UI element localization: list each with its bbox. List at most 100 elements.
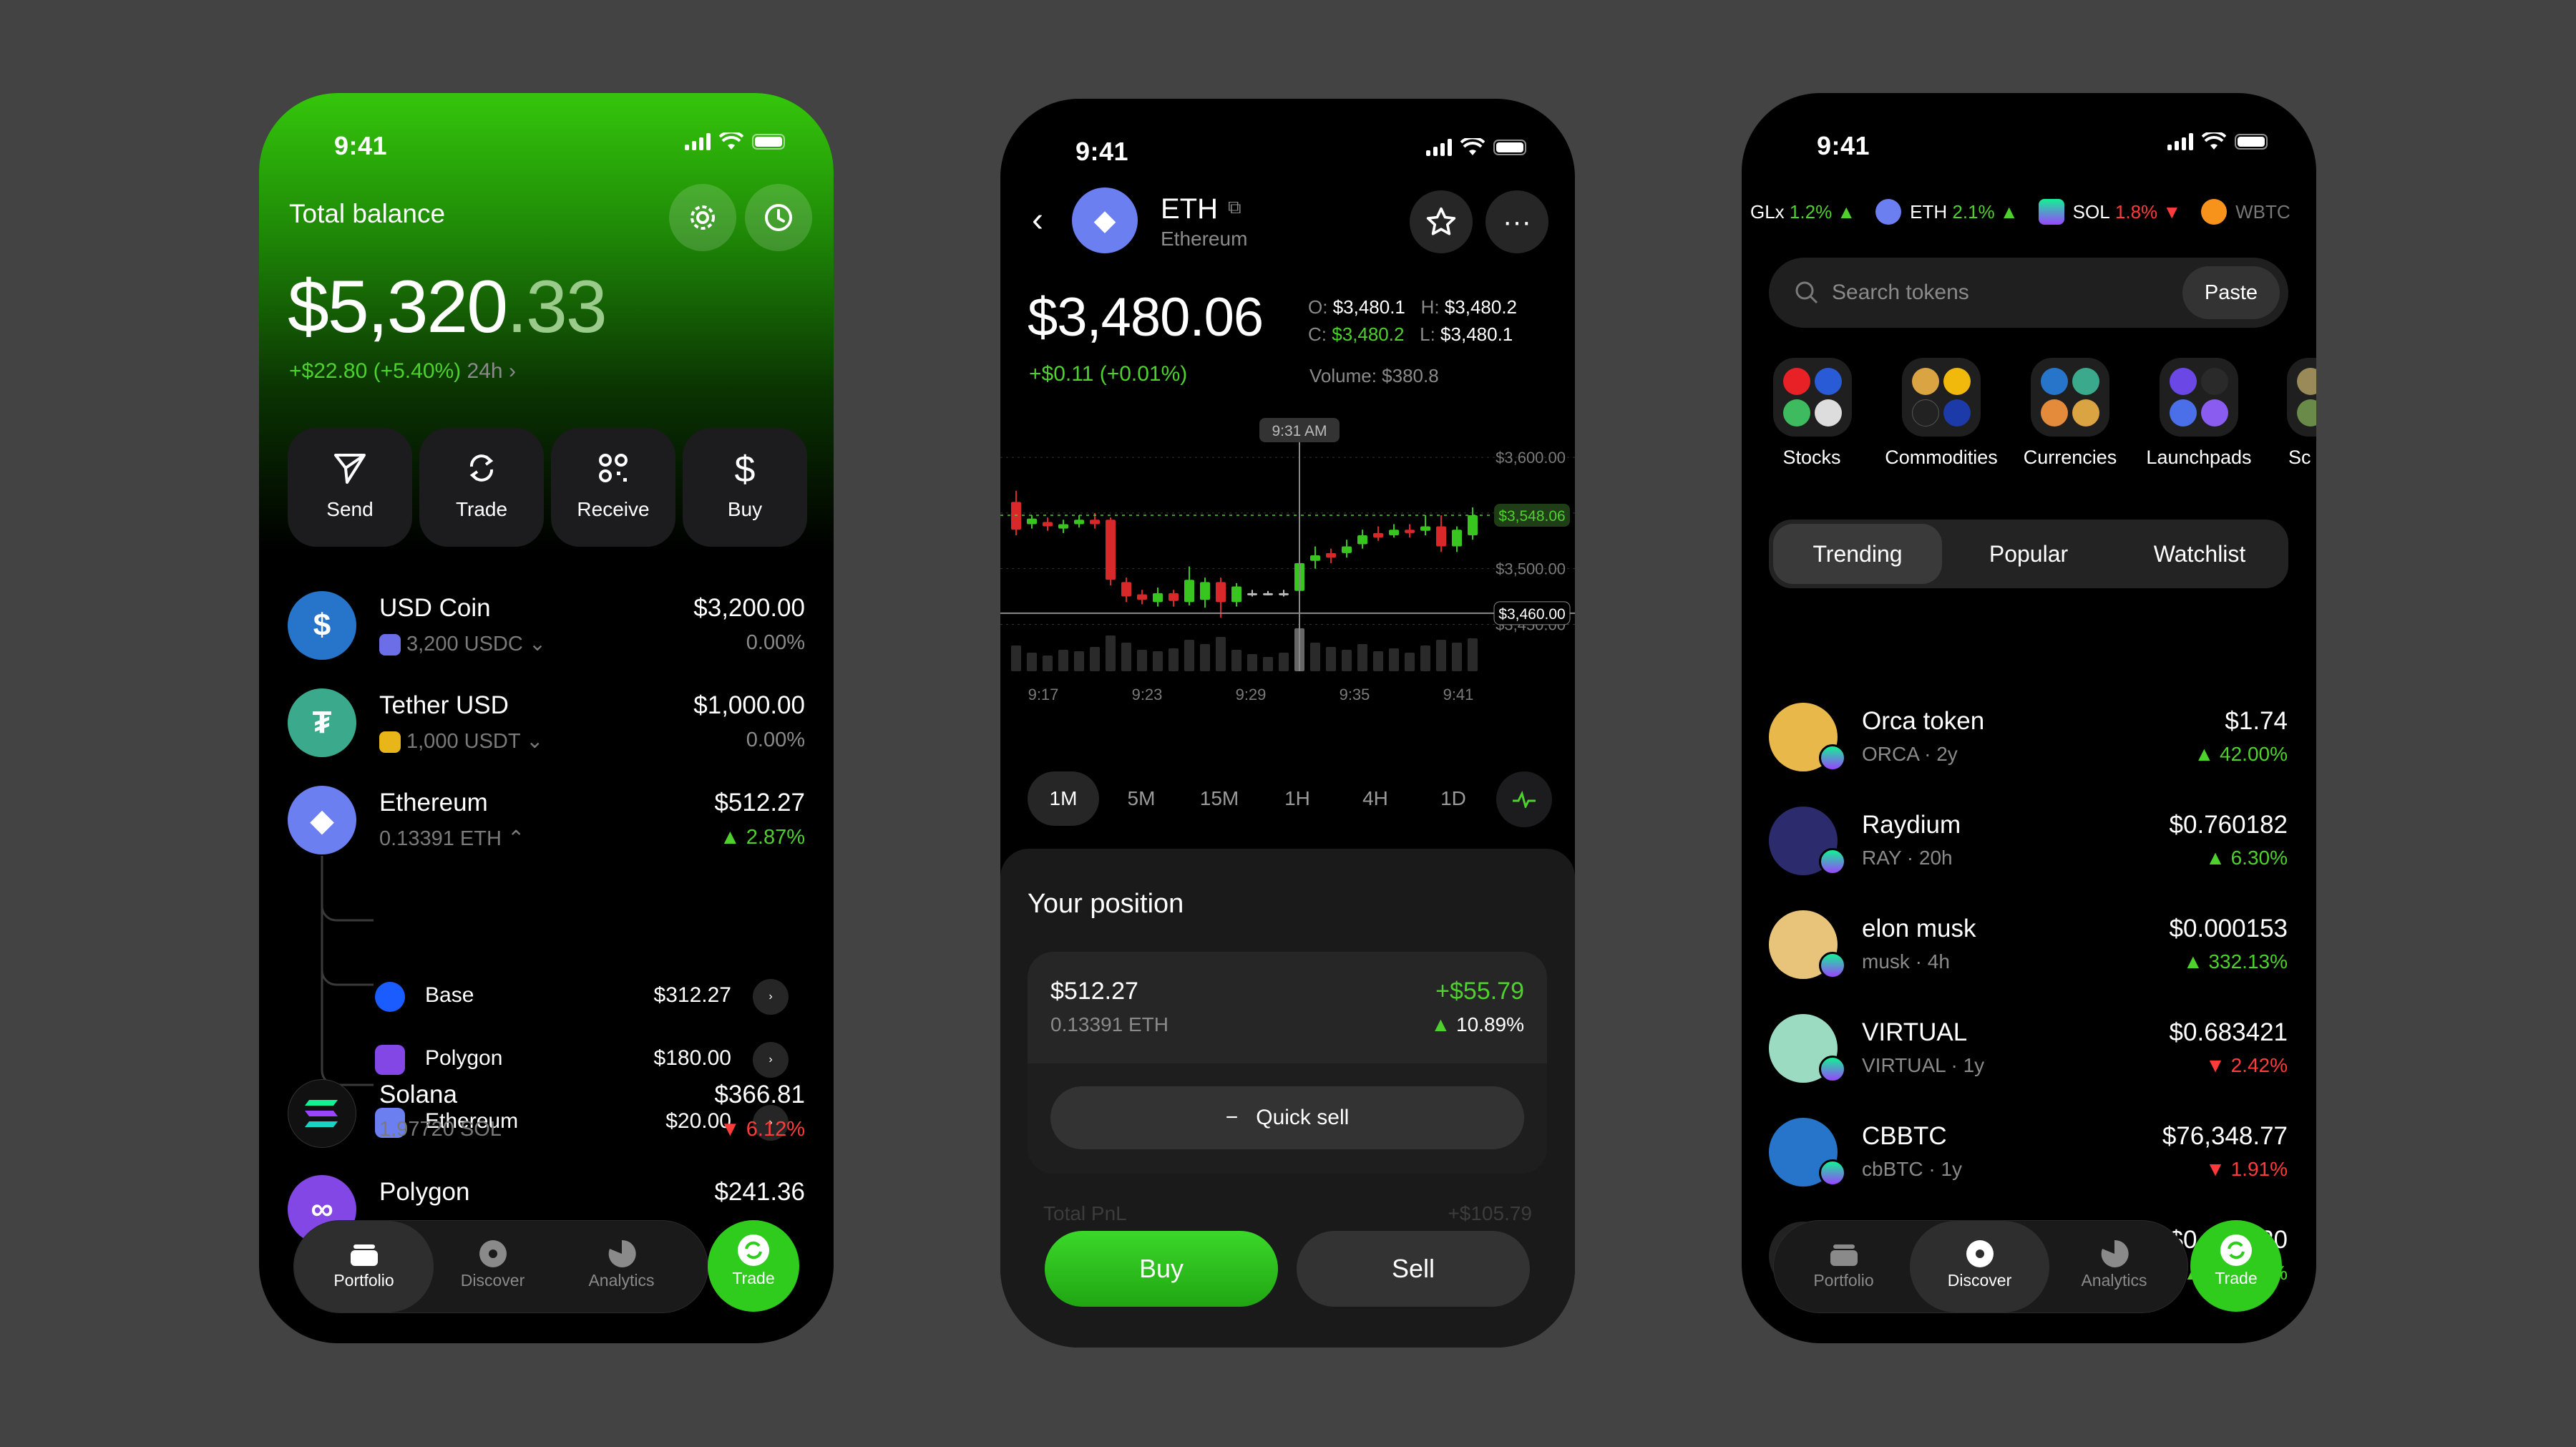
balance-change[interactable]: +$22.80 (+5.40%) 24h › — [289, 359, 516, 384]
ticker-symbol: ETH — [1910, 200, 1948, 223]
search-input[interactable]: Search tokens — [1832, 281, 1969, 305]
asset-change-text: 2.87% — [746, 826, 805, 849]
nav-analytics[interactable]: Analytics — [2044, 1221, 2184, 1312]
nav-discover[interactable]: Discover — [1910, 1221, 2049, 1312]
buy-button[interactable]: Buy — [1045, 1231, 1278, 1307]
asset-amount: 0.13391 ETH ⌃ — [379, 827, 525, 850]
y-tick-label: $3,500.00 — [1496, 560, 1566, 578]
candle-body — [1231, 586, 1241, 603]
ethereum-icon: ◆ — [288, 786, 356, 854]
volume-label: Volume: $380.8 — [1309, 365, 1439, 386]
usdc-icon: $ — [288, 591, 356, 660]
buy-button[interactable]: $ Buy — [683, 428, 807, 547]
candle-body — [1279, 593, 1289, 595]
asset-change: 0.00% — [746, 631, 805, 654]
asset-value: $241.36 — [714, 1178, 805, 1206]
timeframe-4h[interactable]: 4H — [1340, 771, 1411, 826]
token-meta: VIRTUAL · 1y — [1862, 1054, 1985, 1076]
volume-bar — [1247, 654, 1257, 671]
sell-button[interactable]: Sell — [1297, 1231, 1530, 1307]
token-name: Orca token — [1862, 707, 1985, 735]
token-price: $0.760182 — [2169, 811, 2288, 839]
signal-icon — [685, 133, 711, 150]
favorite-button[interactable] — [1410, 190, 1473, 253]
chevron-right-icon[interactable]: › — [753, 1042, 789, 1078]
clock-icon — [765, 204, 792, 231]
token-price: $3,480.06 — [1028, 287, 1264, 348]
nav-portfolio[interactable]: Portfolio — [1774, 1221, 1913, 1312]
network-row-polygon[interactable]: Polygon $180.00 › — [375, 1035, 789, 1082]
asset-value: $366.81 — [714, 1081, 805, 1109]
timeframe-1d[interactable]: 1D — [1418, 771, 1489, 826]
battery-icon — [752, 134, 785, 150]
chevron-right-icon[interactable]: › — [753, 979, 789, 1015]
network-value: $312.27 — [653, 983, 731, 1007]
position-pct: ▲ 10.89% — [1430, 1013, 1524, 1036]
asset-change-text: 6.12% — [746, 1118, 805, 1141]
network-row-base[interactable]: Base $312.27 › — [375, 972, 789, 1019]
x-tick-label: 9:41 — [1443, 686, 1474, 703]
candle-body — [1342, 546, 1352, 553]
settings-button[interactable] — [669, 184, 736, 251]
minus-icon: − — [1225, 1106, 1239, 1129]
candle-body — [1310, 555, 1320, 561]
total-pnl-value: +$105.79 — [1448, 1202, 1532, 1224]
tab-trending[interactable]: Trending — [1773, 524, 1942, 584]
candle-body — [1169, 593, 1179, 601]
ohlc-c-label: C: — [1308, 323, 1327, 345]
ticker-pct: 1.2% — [1789, 200, 1833, 223]
candle-body — [1247, 593, 1257, 595]
asset-amount: 3,200 USDC ⌄ — [379, 631, 546, 656]
currencies-icon — [2031, 358, 2109, 437]
nav-discover[interactable]: Discover — [423, 1221, 562, 1312]
balance-main: $5,320 — [288, 265, 508, 349]
sell-label: Sell — [1391, 1254, 1435, 1283]
volume-bar — [1011, 645, 1021, 671]
more-button[interactable]: ··· — [1485, 190, 1548, 253]
balance-decimal: .33 — [507, 265, 608, 349]
send-button[interactable]: Send — [288, 428, 412, 547]
timeframe-5m[interactable]: 5M — [1106, 771, 1177, 826]
paste-button[interactable]: Paste — [2182, 266, 2280, 319]
eth-ticker-icon — [1875, 199, 1902, 225]
status-bar: 9:41 — [1000, 130, 1575, 172]
asset-amount-text: 0.13391 ETH — [379, 827, 502, 850]
ohlc-h: $3,480.2 — [1444, 296, 1518, 318]
volume-bar — [1090, 647, 1100, 671]
search-bar[interactable]: Search tokens Paste — [1769, 258, 2288, 328]
back-button[interactable]: ‹ — [1032, 200, 1043, 240]
timeframe-1h[interactable]: 1H — [1262, 771, 1333, 826]
bottom-nav: Portfolio Discover Analytics — [1773, 1220, 2188, 1313]
trade-fab-label: Trade — [2215, 1269, 2258, 1287]
nav-portfolio[interactable]: Portfolio — [294, 1221, 434, 1312]
trade-fab[interactable]: Trade — [2190, 1220, 2282, 1312]
tab-popular[interactable]: Popular — [1944, 524, 2113, 584]
trade-fab[interactable]: Trade — [708, 1220, 799, 1312]
chart-type-button[interactable] — [1496, 771, 1552, 827]
copy-icon[interactable]: ⧉ — [1228, 196, 1241, 219]
token-change-text: 6.30% — [2230, 847, 2288, 869]
dollar-icon: $ — [734, 449, 756, 490]
tab-watchlist[interactable]: Watchlist — [2115, 524, 2284, 584]
token-name: elon musk — [1862, 915, 1976, 942]
trade-label: Trade — [455, 498, 508, 520]
base-icon — [375, 982, 405, 1012]
trade-button[interactable]: Trade — [419, 428, 544, 547]
network-name: Polygon — [425, 1046, 503, 1070]
volume-bar — [1074, 651, 1084, 671]
candlestick-chart[interactable]: $3,600.00$3,550.00$3,500.00$3,450.009:31… — [1000, 414, 1575, 729]
asset-change: ▼ 6.12% — [720, 1118, 805, 1141]
candle-body — [1090, 520, 1100, 525]
status-time: 9:41 — [334, 131, 388, 160]
timeframe-1m[interactable]: 1M — [1028, 771, 1099, 826]
trade-fab-label: Trade — [732, 1269, 775, 1287]
solana-badge-icon — [1819, 952, 1846, 979]
history-button[interactable] — [745, 184, 812, 251]
timeframe-15m[interactable]: 15M — [1184, 771, 1255, 826]
signal-icon — [1426, 139, 1452, 156]
receive-button[interactable]: Receive — [551, 428, 675, 547]
quick-sell-button[interactable]: − Quick sell — [1050, 1086, 1524, 1149]
token-price: $0.000153 — [2169, 915, 2288, 942]
token-change: +$0.11 (+0.01%) — [1029, 362, 1188, 386]
nav-analytics[interactable]: Analytics — [552, 1221, 691, 1312]
